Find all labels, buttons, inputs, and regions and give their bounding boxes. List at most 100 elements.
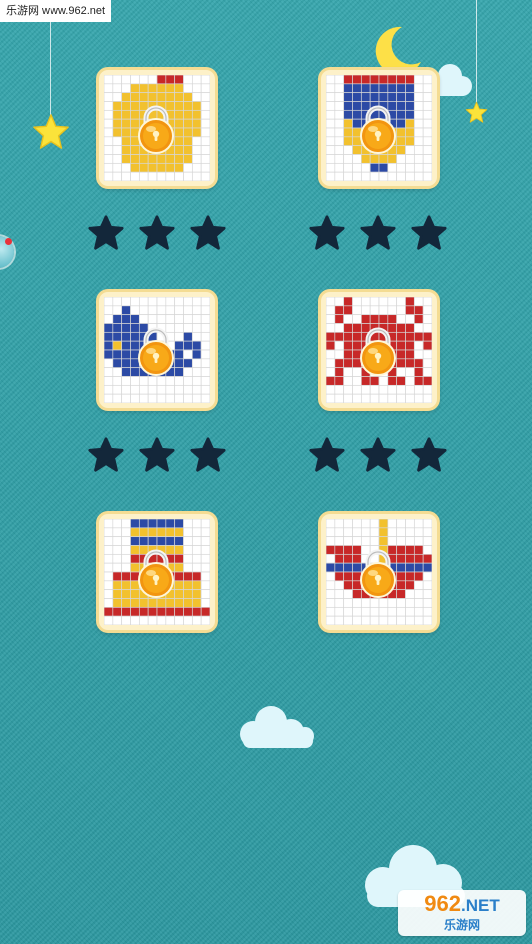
- level-card-1[interactable]: [96, 67, 218, 189]
- pixel-cell: [387, 536, 398, 546]
- pixel-cell: [422, 305, 432, 316]
- pixel-cell: [174, 297, 184, 307]
- pixel-cell: [183, 109, 193, 120]
- pixel-cell: [378, 75, 389, 85]
- pixel-cell: [378, 527, 389, 538]
- pixel-cell: [183, 154, 193, 164]
- pixel-cell: [112, 83, 123, 94]
- empty-star-icon: [411, 215, 447, 250]
- pixel-cell: [121, 358, 131, 369]
- pixel-cell: [369, 606, 380, 617]
- pixel-cell: [360, 527, 371, 538]
- pixel-cell: [343, 519, 353, 529]
- pixel-cell: [200, 376, 210, 386]
- pixel-cell: [200, 598, 210, 608]
- pixel-cell: [413, 154, 424, 164]
- pixel-cell: [191, 83, 202, 94]
- pixel-cell: [200, 367, 210, 377]
- pixel-cell: [422, 606, 432, 617]
- pixel-cell: [156, 393, 167, 403]
- pixel-cell: [405, 109, 415, 120]
- level-card-5[interactable]: [96, 511, 218, 633]
- pixel-cell: [147, 393, 158, 403]
- site-logo-watermark: 962.NET 乐游网: [398, 890, 526, 936]
- level-card-6[interactable]: [318, 511, 440, 633]
- pixel-cell: [326, 297, 336, 307]
- site-watermark: 乐游网 www.962.net: [0, 0, 112, 22]
- pixel-cell: [334, 118, 345, 129]
- pixel-cell: [405, 314, 415, 324]
- level-card-3[interactable]: [96, 289, 218, 411]
- pixel-cell: [191, 305, 202, 316]
- pixel-cell: [191, 580, 202, 591]
- pixel-cell: [130, 598, 140, 608]
- pixel-cell: [138, 297, 149, 307]
- pixel-cell: [165, 83, 176, 94]
- pixel-cell: [369, 527, 380, 538]
- pixel-cell: [413, 615, 424, 625]
- pixel-cell: [104, 314, 114, 324]
- pixel-cell: [112, 598, 123, 608]
- pixel-cell: [104, 358, 114, 369]
- level-card-2[interactable]: [318, 67, 440, 189]
- pixel-cell: [156, 519, 167, 529]
- pixel-cell: [326, 384, 336, 395]
- level-card-4[interactable]: [318, 289, 440, 411]
- pixel-cell: [121, 109, 131, 120]
- pixel-cell: [112, 376, 123, 386]
- pixel-cell: [396, 92, 406, 102]
- pixel-cell: [326, 393, 336, 403]
- pixel-cell: [422, 358, 432, 369]
- pixel-cell: [405, 598, 415, 608]
- pixel-cell: [396, 162, 406, 173]
- pixel-cell: [334, 109, 345, 120]
- pixel-cell: [334, 376, 345, 386]
- pixel-cell: [104, 136, 114, 147]
- pixel-cell: [165, 527, 176, 538]
- pixel-cell: [121, 162, 131, 173]
- pixel-cell: [183, 171, 193, 181]
- pixel-cell: [112, 571, 123, 582]
- pixel-cell: [112, 323, 123, 333]
- pixel-cell: [191, 589, 202, 599]
- pixel-cell: [369, 519, 380, 529]
- pixel-cell: [422, 519, 432, 529]
- pixel-cell: [352, 393, 362, 403]
- pixel-cell: [334, 393, 345, 403]
- pixel-cell: [112, 606, 123, 617]
- pixel-cell: [112, 171, 123, 181]
- pixel-cell: [405, 145, 415, 155]
- pixel-cell: [387, 83, 398, 94]
- pixel-cell: [396, 314, 406, 324]
- pixel-cell: [396, 393, 406, 403]
- pixel-cell: [183, 358, 193, 369]
- pixel-cell: [422, 580, 432, 591]
- pixel-cell: [183, 323, 193, 333]
- pixel-cell: [183, 562, 193, 573]
- pixel-cell: [156, 536, 167, 546]
- pixel-cell: [183, 606, 193, 617]
- pixel-cell: [191, 553, 202, 564]
- pixel-cell: [334, 358, 345, 369]
- pixel-cell: [165, 171, 176, 181]
- pixel-cell: [343, 553, 353, 564]
- pixel-cell: [396, 297, 406, 307]
- pixel-cell: [396, 83, 406, 94]
- pixel-cell: [405, 340, 415, 351]
- pixel-cell: [343, 580, 353, 591]
- pixel-cell: [326, 305, 336, 316]
- pixel-cell: [352, 314, 362, 324]
- pixel-cell: [405, 384, 415, 395]
- pixel-cell: [200, 101, 210, 111]
- pixel-cell: [104, 297, 114, 307]
- pixel-cell: [352, 598, 362, 608]
- pixel-cell: [165, 393, 176, 403]
- pixel-cell: [413, 553, 424, 564]
- pixel-cell: [200, 75, 210, 85]
- pixel-cell: [360, 171, 371, 181]
- pixel-cell: [191, 340, 202, 351]
- pixel-cell: [174, 598, 184, 608]
- pixel-cell: [326, 171, 336, 181]
- pixel-cell: [387, 598, 398, 608]
- pixel-cell: [378, 519, 389, 529]
